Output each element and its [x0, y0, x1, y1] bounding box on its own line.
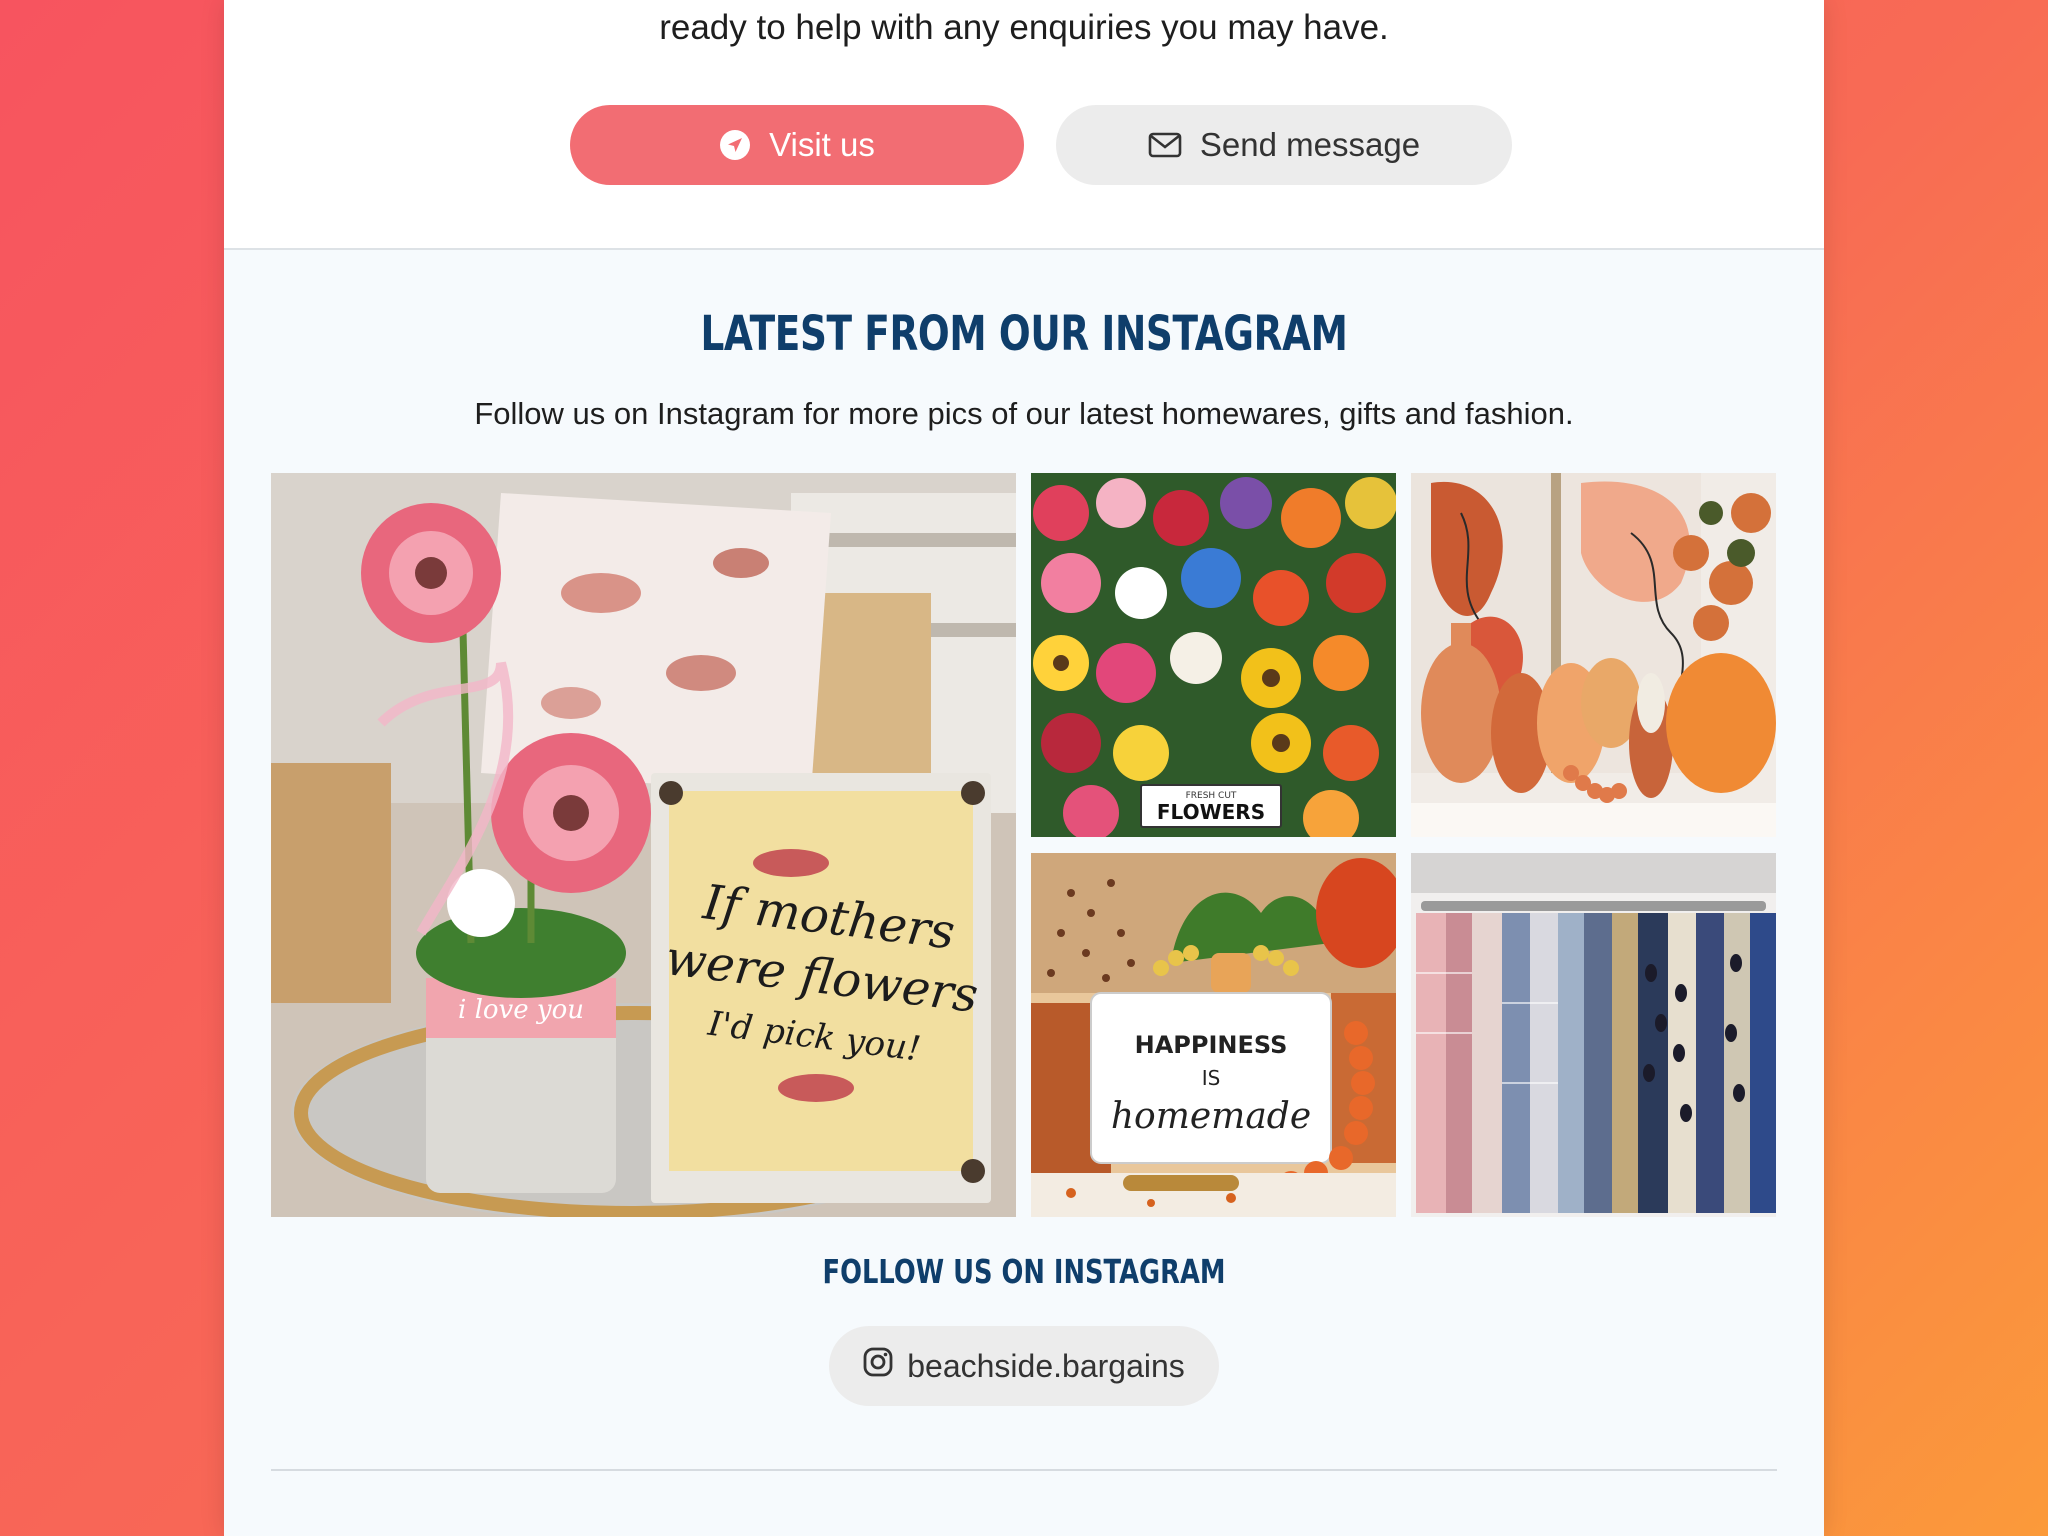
instagram-handle-button[interactable]: beachside.bargains	[829, 1326, 1219, 1406]
instagram-icon	[863, 1347, 893, 1385]
flowers-sign-main: FLOWERS	[1157, 800, 1265, 824]
instagram-photo-happiness-sign[interactable]: HAPPINESS IS homemade	[1031, 853, 1396, 1217]
contact-section: ready to help with any enquiries you may…	[224, 0, 1824, 250]
instagram-photo-scarves[interactable]	[1411, 853, 1776, 1217]
navigation-arrow-icon	[719, 129, 751, 161]
send-message-button[interactable]: Send message	[1056, 105, 1512, 185]
instagram-photo-mothers-sign[interactable]: i love you If mothers were flowers I'd p…	[271, 473, 1016, 1217]
happiness-sign-line-2: IS	[1202, 1066, 1221, 1090]
instagram-section-subtitle: Follow us on Instagram for more pics of …	[474, 396, 1574, 431]
visit-us-label: Visit us	[769, 126, 875, 163]
contact-intro-text: ready to help with any enquiries you may…	[659, 8, 1389, 47]
follow-us-heading: FOLLOW US ON INSTAGRAM	[822, 1252, 1226, 1291]
page-content: ready to help with any enquiries you may…	[224, 0, 1824, 1536]
happiness-sign-line-1: HAPPINESS	[1135, 1031, 1288, 1059]
visit-us-button[interactable]: Visit us	[570, 105, 1024, 185]
happiness-sign-line-3: homemade	[1111, 1096, 1311, 1137]
envelope-icon	[1148, 132, 1182, 158]
send-message-label: Send message	[1199, 126, 1421, 163]
instagram-section-title: LATEST FROM OUR INSTAGRAM	[700, 306, 1348, 362]
pot-text: i love you	[458, 995, 584, 1025]
instagram-photo-fresh-flowers[interactable]: FRESH CUT FLOWERS	[1031, 473, 1396, 837]
instagram-handle-label: beachside.bargains	[907, 1347, 1185, 1384]
section-divider	[271, 1469, 1777, 1471]
instagram-photo-terracotta-decor[interactable]	[1411, 473, 1776, 837]
